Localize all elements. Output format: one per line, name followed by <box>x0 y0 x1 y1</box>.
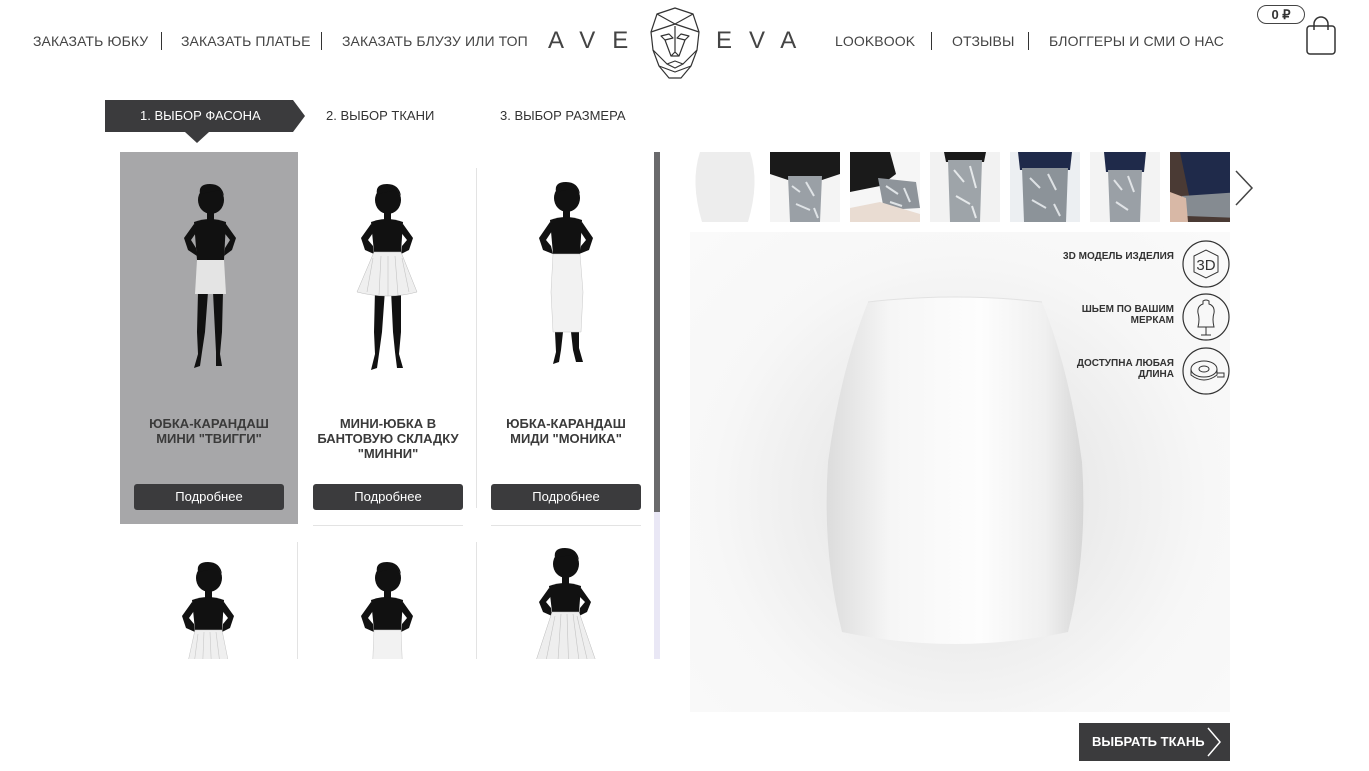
dress-form-icon[interactable] <box>1182 293 1230 341</box>
silhouette-pencil-midi-icon <box>539 182 593 364</box>
shopping-bag-icon[interactable] <box>1305 16 1337 56</box>
thumbnail-photo[interactable] <box>850 152 920 222</box>
3d-model-icon[interactable]: 3D <box>1182 240 1230 288</box>
nav-order-blouse[interactable]: ЗАКАЗАТЬ БЛУЗУ ИЛИ ТОП <box>342 33 528 49</box>
nav-divider <box>1028 32 1029 50</box>
silhouette-full-skirt-icon <box>536 548 596 659</box>
feature-3d-model: 3D МОДЕЛЬ ИЗДЕЛИЯ 3D <box>990 236 1230 288</box>
logo-face-icon[interactable] <box>647 6 703 80</box>
product-card-twiggy[interactable]: ЮБКА-КАРАНДАШ МИНИ "ТВИГГИ" Подробнее <box>120 152 298 524</box>
choose-fabric-label: ВЫБРАТЬ ТКАНЬ <box>1092 734 1205 749</box>
details-button[interactable]: Подробнее <box>313 484 463 510</box>
feature-label: ШЬЕМ ПО ВАШИМ МЕРКАМ <box>1081 304 1174 326</box>
silhouette-pencil-skirt-icon <box>361 562 413 659</box>
thumbnail-photo[interactable] <box>770 152 840 222</box>
product-title: МИНИ-ЮБКА В БАНТОВУЮ СКЛАДКУ "МИННИ" <box>317 416 459 461</box>
nav-divider <box>161 32 162 50</box>
silhouette-pleated-mini-icon <box>356 184 418 370</box>
step-active-pointer <box>185 132 209 143</box>
thumbnail-photo[interactable] <box>1170 152 1230 222</box>
product-grid: ЮБКА-КАРАНДАШ МИНИ "ТВИГГИ" Подробнее МИ… <box>120 152 656 659</box>
thumbnail-photo[interactable] <box>1090 152 1160 222</box>
nav-divider <box>931 32 932 50</box>
feature-label: 3D МОДЕЛЬ ИЗДЕЛИЯ <box>1063 251 1174 262</box>
card-divider <box>297 542 298 659</box>
feature-any-length: ДОСТУПНА ЛЮБАЯ ДЛИНА <box>990 343 1230 395</box>
product-card-row2-1[interactable] <box>120 542 298 659</box>
product-3d-preview[interactable]: 3D МОДЕЛЬ ИЗДЕЛИЯ 3D ШЬЕМ ПО ВАШИМ МЕРКА… <box>690 232 1230 712</box>
details-button[interactable]: Подробнее <box>491 484 641 510</box>
product-card-monika[interactable]: ЮБКА-КАРАНДАШ МИДИ "МОНИКА" Подробнее <box>477 152 655 526</box>
nav-order-skirt[interactable]: ЗАКАЗАТЬ ЮБКУ <box>33 33 148 49</box>
product-title: ЮБКА-КАРАНДАШ МИНИ "ТВИГГИ" <box>149 416 269 446</box>
logo-text-left[interactable]: AVE <box>548 27 645 55</box>
step-fabric[interactable]: 2. ВЫБОР ТКАНИ <box>326 100 434 132</box>
feature-label: ДОСТУПНА ЛЮБАЯ ДЛИНА <box>1076 358 1174 380</box>
product-card-row2-2[interactable] <box>299 542 477 659</box>
cart-total-badge[interactable]: 0 ₽ <box>1257 5 1305 24</box>
silhouette-pleated-skirt-icon <box>182 562 234 659</box>
measuring-tape-icon[interactable] <box>1182 347 1230 395</box>
step-style[interactable]: 1. ВЫБОР ФАСОНА <box>105 100 305 132</box>
choose-fabric-button[interactable]: ВЫБРАТЬ ТКАНЬ <box>1079 723 1230 761</box>
product-title: ЮБКА-КАРАНДАШ МИДИ "МОНИКА" <box>506 416 626 446</box>
thumbnail-photo[interactable] <box>1010 152 1080 222</box>
photo-thumbnails <box>690 152 1230 222</box>
grid-scrollbar-thumb[interactable] <box>654 152 660 512</box>
step-size[interactable]: 3. ВЫБОР РАЗМЕРА <box>500 100 626 132</box>
thumbnail-3d[interactable] <box>690 152 760 222</box>
nav-order-dress[interactable]: ЗАКАЗАТЬ ПЛАТЬЕ <box>181 33 311 49</box>
nav-bloggers[interactable]: БЛОГГЕРЫ И СМИ О НАС <box>1049 33 1224 49</box>
feature-custom-measurements: ШЬЕМ ПО ВАШИМ МЕРКАМ <box>990 289 1230 341</box>
product-card-row2-3[interactable] <box>477 542 655 659</box>
logo-text-right[interactable]: EVA <box>716 27 813 55</box>
silhouette-pencil-mini-icon <box>184 184 236 368</box>
nav-divider <box>321 32 322 50</box>
product-card-minni[interactable]: МИНИ-ЮБКА В БАНТОВУЮ СКЛАДКУ "МИННИ" Под… <box>299 152 477 526</box>
nav-lookbook[interactable]: LOOKBOOK <box>835 33 915 49</box>
card-divider <box>491 525 641 526</box>
card-divider <box>313 525 463 526</box>
chevron-right-icon[interactable] <box>1233 168 1255 208</box>
nav-reviews[interactable]: ОТЗЫВЫ <box>952 33 1014 49</box>
details-button[interactable]: Подробнее <box>134 484 284 510</box>
thumbnail-photo[interactable] <box>930 152 1000 222</box>
3d-icon-text: 3D <box>1196 257 1215 274</box>
arrow-right-icon <box>1207 727 1221 757</box>
